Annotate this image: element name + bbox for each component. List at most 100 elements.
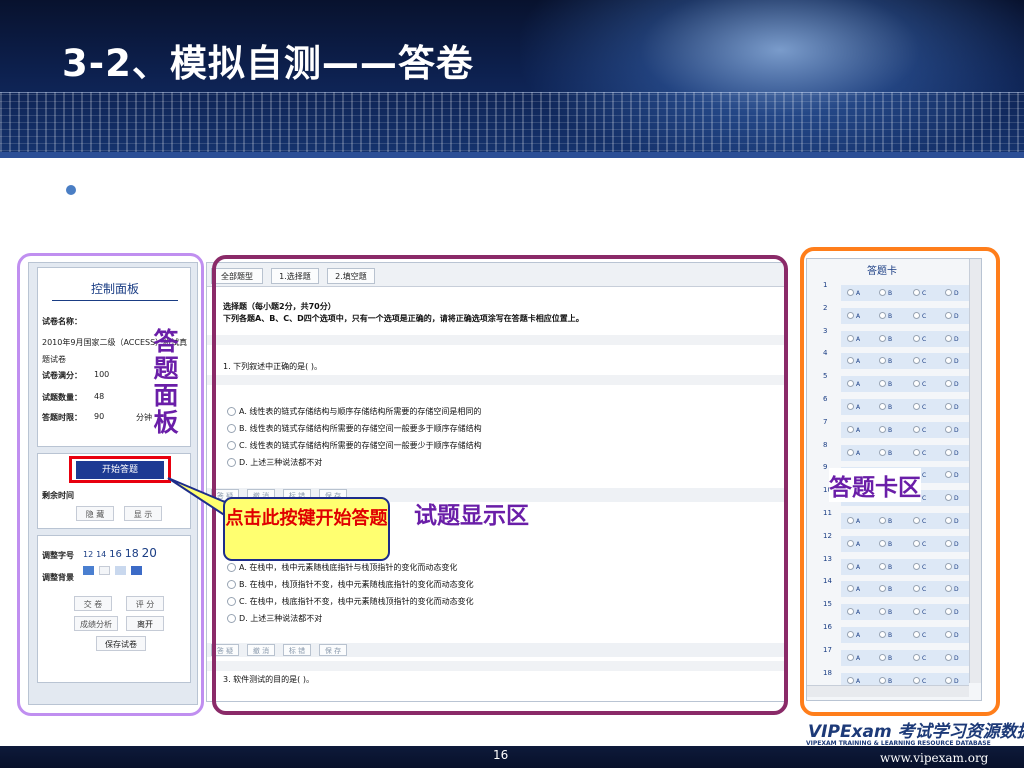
- answer-option-d[interactable]: D: [945, 334, 959, 343]
- tab-all-types[interactable]: 全部题型: [211, 268, 263, 284]
- q1-option-c[interactable]: C. 线性表的链式存储结构所需要的存储空间一般要少于顺序存储结构: [227, 440, 482, 451]
- q1-option-a[interactable]: A. 线性表的链式存储结构与顺序存储结构所需要的存储空间是相同的: [227, 406, 481, 417]
- answer-option-c[interactable]: C: [913, 425, 926, 434]
- answer-option-a[interactable]: A: [847, 334, 860, 343]
- answer-option-a[interactable]: A: [847, 585, 860, 593]
- bg-swatch-3[interactable]: [115, 566, 126, 575]
- leave-button[interactable]: 离开: [126, 616, 164, 631]
- answer-option-c[interactable]: C: [913, 311, 926, 320]
- answer-option-d[interactable]: D: [945, 403, 959, 411]
- answer-option-d[interactable]: D: [945, 676, 959, 685]
- answer-option-c[interactable]: C: [913, 380, 926, 388]
- q2-question-button[interactable]: 答 疑: [211, 644, 239, 656]
- answer-option-c[interactable]: C: [913, 289, 926, 297]
- q1-option-d[interactable]: D. 上述三种说法都不对: [227, 457, 322, 468]
- answer-option-a[interactable]: A: [847, 631, 860, 639]
- answer-option-c[interactable]: C: [913, 357, 926, 365]
- answer-option-c[interactable]: C: [913, 653, 926, 662]
- start-answer-button[interactable]: 开始答题: [76, 461, 164, 479]
- answer-option-d[interactable]: D: [945, 357, 959, 365]
- answer-option-d[interactable]: D: [945, 311, 959, 320]
- answer-option-a[interactable]: A: [847, 289, 860, 297]
- q1-option-b[interactable]: B. 线性表的链式存储结构所需要的存储空间一般要多于顺序存储结构: [227, 423, 482, 434]
- answer-option-b[interactable]: B: [879, 403, 892, 411]
- save-paper-button[interactable]: 保存试卷: [96, 636, 146, 651]
- answer-option-a[interactable]: A: [847, 448, 860, 457]
- answer-option-b[interactable]: B: [879, 562, 892, 571]
- answer-option-d[interactable]: D: [945, 517, 959, 525]
- answer-option-b[interactable]: B: [879, 311, 892, 320]
- answer-option-d[interactable]: D: [945, 562, 959, 571]
- answer-option-b[interactable]: B: [879, 608, 892, 616]
- answer-option-c[interactable]: C: [913, 448, 926, 457]
- bg-swatch-2[interactable]: [99, 566, 110, 575]
- answer-option-d[interactable]: D: [945, 448, 959, 457]
- font-size-18[interactable]: 18: [125, 547, 139, 560]
- answer-option-b[interactable]: B: [879, 425, 892, 434]
- q2-save-button[interactable]: 保 存: [319, 644, 347, 656]
- answer-option-c[interactable]: C: [913, 334, 926, 343]
- q2-option-a[interactable]: A. 在栈中，栈中元素随栈底指针与栈顶指针的变化而动态变化: [227, 562, 457, 573]
- answer-option-a[interactable]: A: [847, 676, 860, 685]
- answer-option-c[interactable]: C: [913, 631, 926, 639]
- show-button[interactable]: 显 示: [124, 506, 162, 521]
- answer-option-d[interactable]: D: [945, 608, 959, 616]
- answer-option-b[interactable]: B: [879, 334, 892, 343]
- answer-option-c[interactable]: C: [913, 608, 926, 616]
- q2-mark-button[interactable]: 标 错: [283, 644, 311, 656]
- answer-option-d[interactable]: D: [945, 289, 959, 297]
- font-size-20[interactable]: 20: [142, 546, 157, 560]
- tab-fill-blank[interactable]: 2.填空题: [327, 268, 375, 284]
- analysis-button[interactable]: 成绩分析: [74, 616, 118, 631]
- answer-option-a[interactable]: A: [847, 562, 860, 571]
- font-size-14[interactable]: 14: [96, 550, 106, 559]
- answer-card-vertical-scrollbar[interactable]: [969, 259, 981, 683]
- font-size-16[interactable]: 16: [109, 549, 122, 560]
- q2-undo-button[interactable]: 撤 消: [247, 644, 275, 656]
- answer-option-b[interactable]: B: [879, 653, 892, 662]
- answer-option-c[interactable]: C: [913, 517, 926, 525]
- answer-option-c[interactable]: C: [913, 585, 926, 593]
- answer-option-a[interactable]: A: [847, 517, 860, 525]
- bg-swatch-4[interactable]: [131, 566, 142, 575]
- answer-option-a[interactable]: A: [847, 380, 860, 388]
- submit-button[interactable]: 交 卷: [74, 596, 112, 611]
- tab-choice[interactable]: 1.选择题: [271, 268, 319, 284]
- answer-option-c[interactable]: C: [913, 676, 926, 685]
- answer-card-horizontal-scrollbar[interactable]: [807, 685, 969, 697]
- answer-option-b[interactable]: B: [879, 380, 892, 388]
- answer-option-a[interactable]: A: [847, 311, 860, 320]
- answer-option-b[interactable]: B: [879, 289, 892, 297]
- answer-option-b[interactable]: B: [879, 585, 892, 593]
- q2-option-b[interactable]: B. 在栈中，栈顶指针不变，栈中元素随栈底指针的变化而动态变化: [227, 579, 474, 590]
- font-size-12[interactable]: 12: [83, 550, 93, 559]
- answer-option-a[interactable]: A: [847, 403, 860, 411]
- answer-option-b[interactable]: B: [879, 676, 892, 685]
- answer-option-a[interactable]: A: [847, 357, 860, 365]
- score-button[interactable]: 评 分: [126, 596, 164, 611]
- q2-option-c[interactable]: C. 在栈中，栈底指针不变，栈中元素随栈顶指针的变化而动态变化: [227, 596, 474, 607]
- answer-option-a[interactable]: A: [847, 425, 860, 434]
- answer-option-b[interactable]: B: [879, 631, 892, 639]
- answer-option-d[interactable]: D: [945, 471, 959, 479]
- answer-option-d[interactable]: D: [945, 425, 959, 434]
- answer-option-b[interactable]: B: [879, 448, 892, 457]
- answer-option-a[interactable]: A: [847, 539, 860, 548]
- answer-option-c[interactable]: C: [913, 539, 926, 548]
- answer-option-d[interactable]: D: [945, 494, 959, 502]
- answer-option-b[interactable]: B: [879, 357, 892, 365]
- answer-option-d[interactable]: D: [945, 585, 959, 593]
- bg-swatch-1[interactable]: [83, 566, 94, 575]
- answer-option-b[interactable]: B: [879, 517, 892, 525]
- hide-button[interactable]: 隐 藏: [76, 506, 114, 521]
- q2-option-d[interactable]: D. 上述三种说法都不对: [227, 613, 322, 624]
- answer-option-a[interactable]: A: [847, 653, 860, 662]
- answer-option-c[interactable]: C: [913, 562, 926, 571]
- answer-option-c[interactable]: C: [913, 403, 926, 411]
- answer-option-b[interactable]: B: [879, 539, 892, 548]
- answer-option-d[interactable]: D: [945, 653, 959, 662]
- answer-option-d[interactable]: D: [945, 631, 959, 639]
- answer-option-d[interactable]: D: [945, 380, 959, 388]
- answer-option-d[interactable]: D: [945, 539, 959, 548]
- answer-option-a[interactable]: A: [847, 608, 860, 616]
